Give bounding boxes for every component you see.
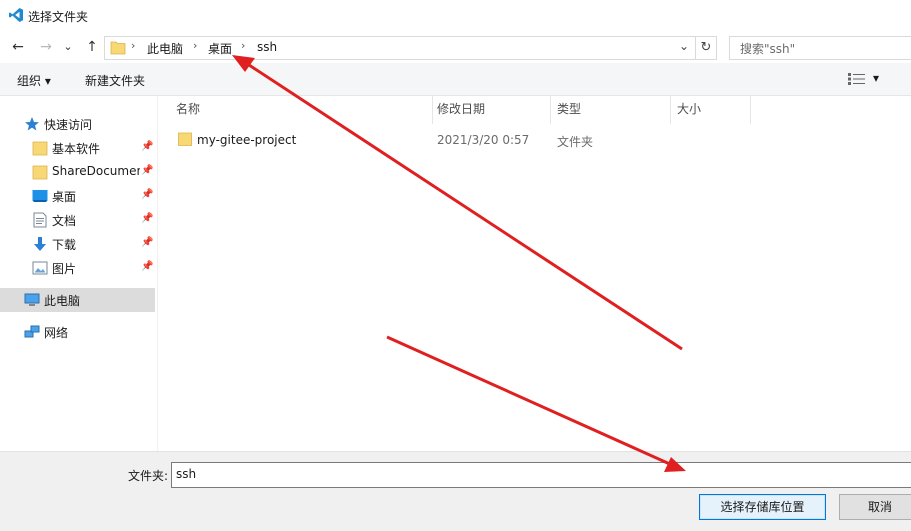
command-bar: 组织 ▾ 新建文件夹 ▾ xyxy=(0,63,911,96)
title-bar: 选择文件夹 xyxy=(0,0,911,31)
window-title: 选择文件夹 xyxy=(28,10,89,24)
folder-name-value: ssh xyxy=(176,467,197,481)
new-folder-button[interactable]: 新建文件夹 xyxy=(85,72,145,89)
network-icon xyxy=(24,325,40,338)
column-header-name[interactable]: 名称 xyxy=(176,100,200,122)
sidebar-item-network[interactable]: 网络 xyxy=(0,320,157,344)
recent-locations-button[interactable]: ⌄ xyxy=(62,38,74,56)
download-icon xyxy=(34,237,46,251)
column-divider[interactable] xyxy=(550,96,551,124)
sidebar-item-basic-software[interactable]: 基本软件 📌 xyxy=(0,136,157,160)
folder-icon xyxy=(32,141,48,156)
sidebar-item-pictures[interactable]: 图片 📌 xyxy=(0,256,157,280)
folder-icon xyxy=(178,132,192,146)
sidebar-item-label: 基本软件 xyxy=(52,142,101,156)
table-row[interactable]: my-gitee-project 2021/3/20 0:57 文件夹 xyxy=(158,127,911,151)
vscode-icon xyxy=(9,8,23,22)
search-placeholder: 搜索"ssh" xyxy=(740,42,796,56)
view-options-icon[interactable] xyxy=(848,73,866,85)
forward-button[interactable]: → xyxy=(37,38,55,56)
file-modified: 2021/3/20 0:57 xyxy=(437,133,530,147)
computer-icon xyxy=(24,293,40,306)
desktop-icon xyxy=(32,190,48,202)
sidebar-item-label: 桌面 xyxy=(52,190,77,204)
sidebar-item-sharedocuments[interactable]: ShareDocumen 📌 xyxy=(0,160,157,184)
refresh-button[interactable]: ↻ xyxy=(696,36,717,60)
sidebar-item-label: 图片 xyxy=(52,262,77,276)
sidebar-item-label: 文档 xyxy=(52,214,77,228)
breadcrumb-desktop[interactable]: 桌面 xyxy=(208,40,232,57)
sidebar-item-label: 快速访问 xyxy=(44,118,93,132)
folder-name-input[interactable]: ssh xyxy=(171,462,911,488)
cancel-button[interactable]: 取消 xyxy=(839,494,911,520)
file-type: 文件夹 xyxy=(557,135,594,149)
column-header-size[interactable]: 大小 xyxy=(677,100,701,122)
sidebar-item-documents[interactable]: 文档 📌 xyxy=(0,208,157,232)
sidebar-item-label: 此电脑 xyxy=(44,294,81,308)
star-icon xyxy=(25,117,39,131)
folder-icon xyxy=(110,41,126,55)
folder-icon xyxy=(32,165,48,180)
pin-icon: 📌 xyxy=(141,141,154,152)
sidebar-item-desktop[interactable]: 桌面 📌 xyxy=(0,184,157,208)
sidebar-item-this-pc[interactable]: 此电脑 xyxy=(0,288,155,312)
column-header-type[interactable]: 类型 xyxy=(557,100,581,122)
file-list: 名称 修改日期 类型 大小 my-gitee-project 2021/3/20… xyxy=(158,96,911,451)
back-button[interactable]: ← xyxy=(9,38,27,56)
document-icon xyxy=(33,212,47,228)
column-divider[interactable] xyxy=(750,96,751,124)
breadcrumb-this-pc[interactable]: 此电脑 xyxy=(147,40,183,57)
column-divider[interactable] xyxy=(432,96,433,124)
breadcrumb-separator[interactable]: › xyxy=(131,39,135,52)
breadcrumb-ssh[interactable]: ssh xyxy=(257,40,277,54)
address-bar[interactable]: › 此电脑 › 桌面 › ssh ⌄ xyxy=(104,36,696,60)
picture-icon xyxy=(32,261,48,275)
search-box[interactable]: 搜索"ssh" xyxy=(729,36,911,60)
breadcrumb-separator[interactable]: › xyxy=(241,39,245,52)
dialog-footer: 文件夹: ssh 选择存储库位置 取消 xyxy=(0,451,911,531)
breadcrumb-separator[interactable]: › xyxy=(193,39,197,52)
up-button[interactable]: ↑ xyxy=(83,38,101,56)
pin-icon: 📌 xyxy=(141,261,154,272)
view-dropdown-icon[interactable]: ▾ xyxy=(873,71,879,85)
sidebar-item-quick-access[interactable]: 快速访问 xyxy=(0,112,157,136)
pin-icon: 📌 xyxy=(141,213,154,224)
select-repository-location-button[interactable]: 选择存储库位置 xyxy=(699,494,826,520)
column-header-modified[interactable]: 修改日期 xyxy=(437,100,485,122)
pin-icon: 📌 xyxy=(141,165,154,176)
navigation-pane: 快速访问 基本软件 📌 ShareDocumen 📌 桌面 📌 文档 📌 下载 … xyxy=(0,96,158,451)
address-dropdown-icon[interactable]: ⌄ xyxy=(679,39,689,53)
column-divider[interactable] xyxy=(670,96,671,124)
pin-icon: 📌 xyxy=(141,237,154,248)
pin-icon: 📌 xyxy=(141,189,154,200)
folder-field-label: 文件夹: xyxy=(128,469,169,483)
organize-menu[interactable]: 组织 ▾ xyxy=(17,72,51,89)
sidebar-item-label: ShareDocumen xyxy=(52,164,140,178)
sidebar-item-downloads[interactable]: 下载 📌 xyxy=(0,232,157,256)
sidebar-item-label: 下载 xyxy=(52,238,77,252)
sidebar-item-label: 网络 xyxy=(44,326,69,340)
navigation-bar: ← → ⌄ ↑ › 此电脑 › 桌面 › ssh ⌄ ↻ 搜索"ssh" xyxy=(0,31,911,63)
file-name: my-gitee-project xyxy=(197,133,297,147)
